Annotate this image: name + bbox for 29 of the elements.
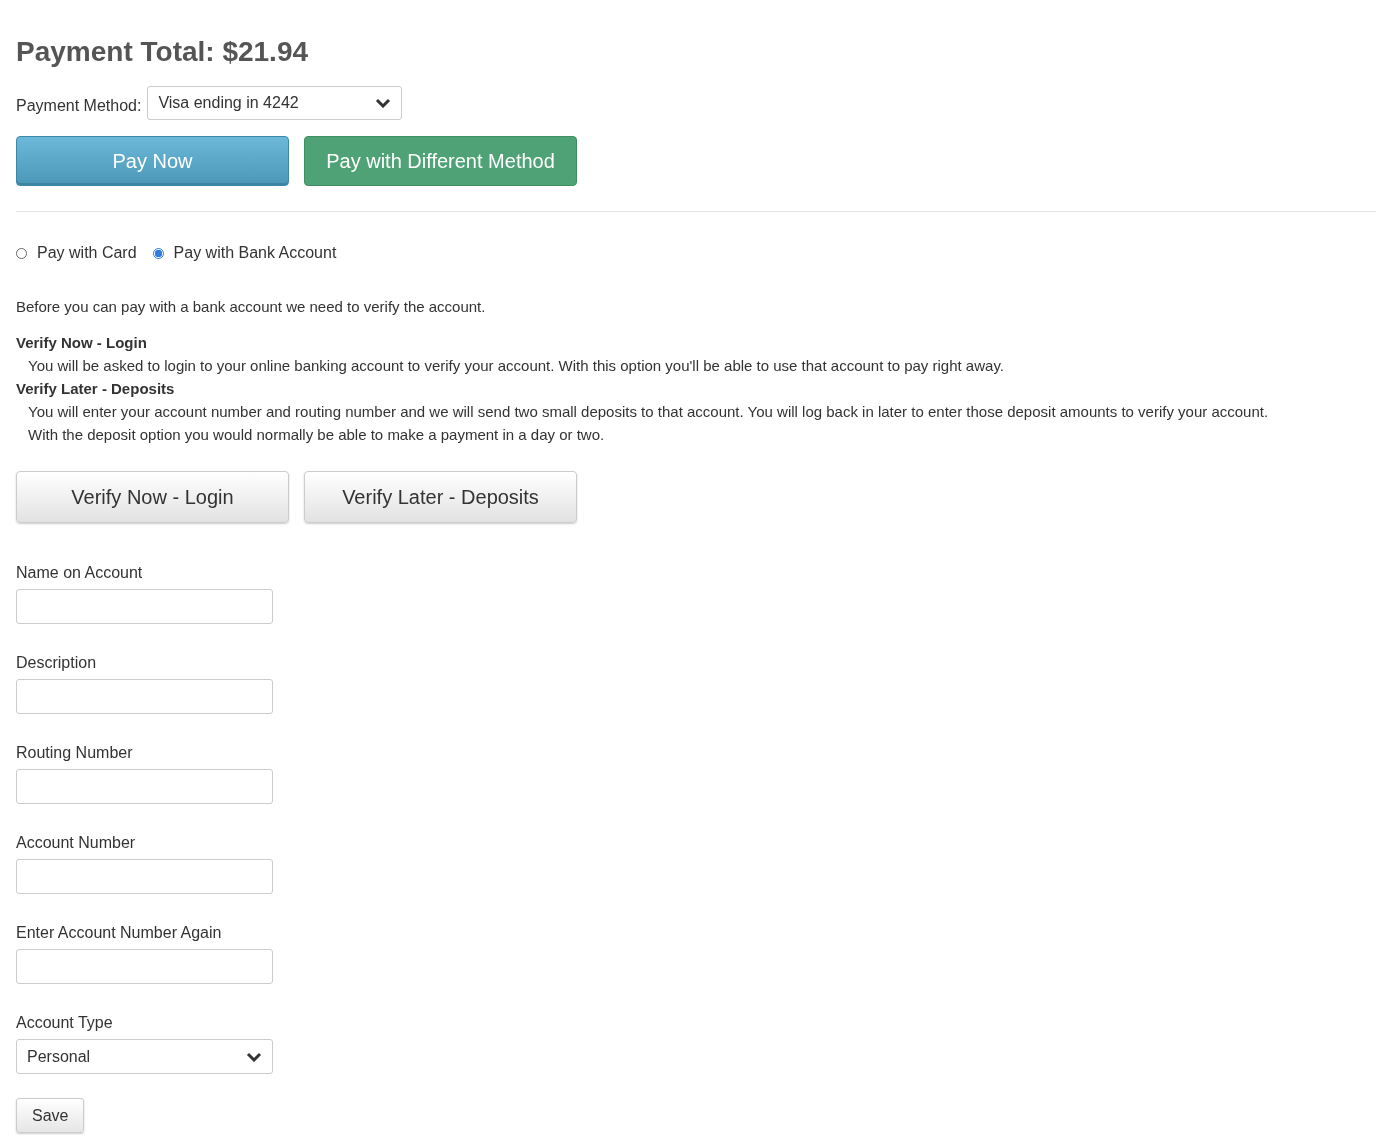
save-button[interactable]: Save (16, 1098, 85, 1133)
verify-button[interactable]: Verify Later - Deposits (304, 471, 577, 523)
payment-method-dropdown[interactable]: Visa ending in 4242 (147, 86, 403, 120)
field-label: Enter Account Number Again (16, 923, 223, 943)
field-label: Name on Account (16, 563, 144, 583)
chevron-down-icon (375, 98, 392, 108)
payment-total-heading: Payment Total: $21.94 (16, 35, 310, 69)
radio-button[interactable] (152, 247, 164, 259)
intro-text: Before you can pay with a bank account we need to verify the account. (16, 298, 487, 315)
field-label: Account Number (16, 833, 137, 853)
option-description: With the deposit option you would normally be able to make a payment in a day or two. (27, 425, 606, 445)
input-field[interactable] (16, 769, 273, 804)
payment-method-label: Payment Method: (16, 96, 142, 115)
chevron-down-icon (246, 1051, 262, 1062)
radio-label[interactable]: Pay with Bank Account (173, 244, 337, 262)
input-field[interactable] (16, 589, 273, 624)
input-field[interactable] (16, 679, 273, 714)
account-type-dropdown[interactable]: Personal (16, 1039, 273, 1074)
field-label: Account Type (16, 1013, 114, 1033)
input-field[interactable] (16, 859, 273, 894)
verify-button[interactable]: Verify Now - Login (16, 471, 289, 523)
option-heading: Verify Now - Login (16, 333, 148, 353)
field-label: Routing Number (16, 743, 134, 763)
option-description: You will enter your account number and routing number and we will send two small deposits to that account. You will log back in later to enter those deposit amounts to verify your account. (27, 402, 1270, 422)
option-description: You will be asked to login to your online banking account to verify your account. With this option you'll be able to use that account to pay right away. (27, 356, 1005, 376)
field-label: Description (16, 653, 98, 673)
option-heading: Verify Later - Deposits (16, 379, 176, 399)
input-field[interactable] (16, 949, 273, 984)
radio-label[interactable]: Pay with Card (37, 244, 137, 262)
